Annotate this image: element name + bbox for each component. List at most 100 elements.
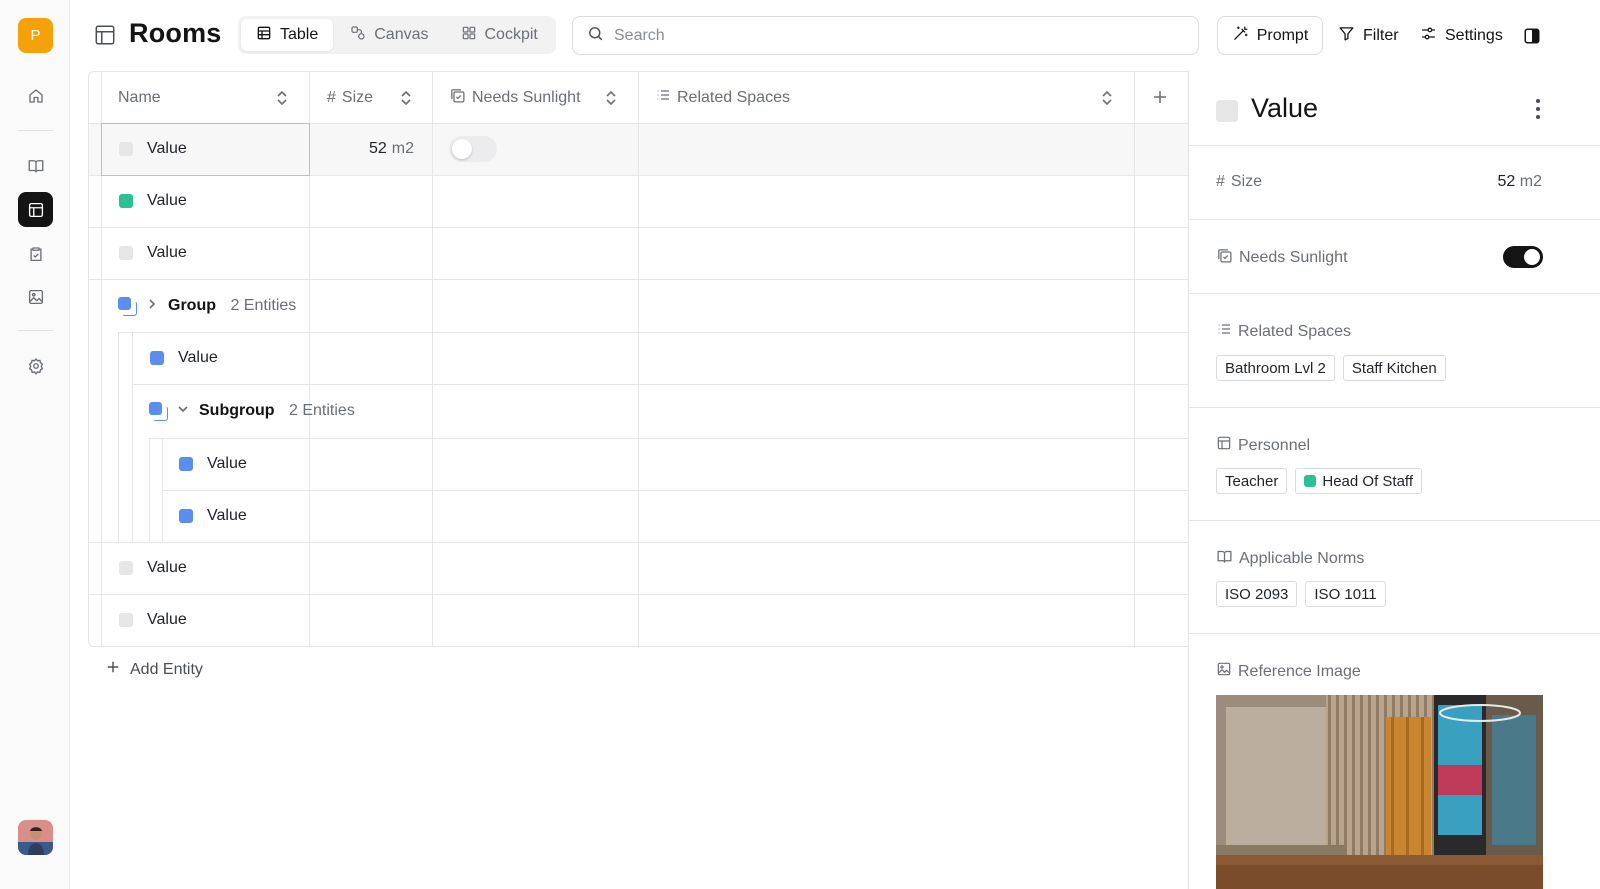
magic-wand-icon xyxy=(1232,25,1249,47)
size-cell[interactable]: 52 m2 xyxy=(369,123,414,175)
table-row[interactable]: Value xyxy=(119,123,187,175)
canvas-icon xyxy=(350,25,366,46)
settings-label: Settings xyxy=(1445,26,1503,44)
search-icon xyxy=(587,25,604,47)
filter-label: Filter xyxy=(1363,26,1399,44)
chevron-down-icon[interactable] xyxy=(177,402,189,420)
color-swatch xyxy=(119,246,133,260)
group-indent-line xyxy=(118,332,119,543)
group-icon xyxy=(118,296,137,316)
chip[interactable]: Head Of Staff xyxy=(1295,468,1422,494)
grid-line xyxy=(118,332,1188,333)
sort-icon[interactable] xyxy=(1100,90,1114,111)
detail-title: Value xyxy=(1251,93,1319,123)
rail-divider xyxy=(18,330,53,331)
subgroup-count: 2 Entities xyxy=(289,402,355,419)
column-header-name[interactable]: Name xyxy=(118,72,161,123)
applicable-norms-chips: ISO 2093 ISO 1011 xyxy=(1216,581,1386,607)
chip[interactable]: Staff Kitchen xyxy=(1342,355,1446,381)
column-label: Name xyxy=(118,88,161,106)
prompt-label: Prompt xyxy=(1256,26,1309,44)
group-header[interactable]: Group 2 Entities xyxy=(118,279,296,332)
column-header-needs-sunlight[interactable]: Needs Sunlight xyxy=(449,72,581,123)
size-unit: m2 xyxy=(1519,173,1542,190)
hash-icon: # xyxy=(1216,173,1225,190)
avatar[interactable] xyxy=(18,820,53,855)
table-row[interactable]: Value xyxy=(119,542,187,594)
group-icon xyxy=(149,402,168,421)
tab-label: Table xyxy=(280,26,319,43)
table-icon[interactable] xyxy=(18,192,53,227)
list-icon xyxy=(655,87,671,108)
column-label: Size xyxy=(341,88,374,106)
color-swatch xyxy=(150,351,164,365)
column-header-related-spaces[interactable]: Related Spaces xyxy=(655,72,790,123)
tab-table[interactable]: Table xyxy=(241,19,334,51)
settings-button[interactable]: Settings xyxy=(1420,16,1503,55)
table-row[interactable]: Value xyxy=(119,594,187,646)
field-label: Reference Image xyxy=(1238,662,1361,680)
top-bar: Rooms Table Canvas Cockpit Prompt Filter… xyxy=(70,0,1600,70)
size-field-value[interactable]: 52 m2 xyxy=(1498,173,1542,191)
book-icon[interactable] xyxy=(18,148,53,183)
reference-image-field-label: Reference Image xyxy=(1216,661,1361,682)
chip[interactable]: Teacher xyxy=(1216,468,1288,494)
home-icon[interactable] xyxy=(18,78,53,113)
needs-sunlight-toggle[interactable] xyxy=(449,136,497,162)
chip-label: Teacher xyxy=(1225,472,1279,490)
chevron-right-icon[interactable] xyxy=(146,297,158,315)
grid-line xyxy=(89,594,1188,595)
add-column-icon[interactable] xyxy=(1152,89,1168,110)
filter-button[interactable]: Filter xyxy=(1338,16,1399,55)
image-icon[interactable] xyxy=(18,279,53,314)
divider xyxy=(1189,407,1600,408)
size-value: 52 xyxy=(369,140,387,157)
field-label: Needs Sunlight xyxy=(1239,249,1348,266)
field-label: Applicable Norms xyxy=(1239,550,1365,567)
search-input[interactable] xyxy=(614,26,1174,45)
prompt-button[interactable]: Prompt xyxy=(1217,16,1323,55)
gear-icon[interactable] xyxy=(18,348,53,383)
row-name: Value xyxy=(178,349,218,366)
group-label: Group xyxy=(168,296,216,314)
more-vertical-icon[interactable] xyxy=(1535,97,1541,126)
chip[interactable]: ISO 2093 xyxy=(1216,581,1298,607)
checkbox-icon xyxy=(449,87,466,109)
sort-icon[interactable] xyxy=(604,90,618,111)
sort-icon[interactable] xyxy=(275,90,289,111)
needs-sunlight-cell xyxy=(449,123,497,175)
chip-label: Head Of Staff xyxy=(1322,472,1413,490)
group-count: 2 Entities xyxy=(230,296,297,314)
workspace-logo[interactable]: P xyxy=(18,18,53,53)
personnel-chips: Teacher Head Of Staff xyxy=(1216,468,1422,494)
add-entity-button[interactable]: Add Entity xyxy=(106,660,203,679)
table-row[interactable]: Value xyxy=(179,490,247,542)
column-header-size[interactable]: # Size xyxy=(327,72,373,123)
table-row[interactable]: Value xyxy=(150,332,218,384)
chip[interactable]: Bathroom Lvl 2 xyxy=(1216,355,1335,381)
sort-icon[interactable] xyxy=(399,90,413,111)
table-icon xyxy=(256,25,272,46)
subgroup-header[interactable]: Subgroup 2 Entities xyxy=(149,384,355,438)
grid-line xyxy=(149,438,1188,439)
color-swatch xyxy=(1304,475,1317,487)
row-name: Value xyxy=(207,507,247,524)
hash-icon: # xyxy=(327,88,336,106)
tab-canvas[interactable]: Canvas xyxy=(335,19,443,51)
chip[interactable]: ISO 1011 xyxy=(1305,581,1386,607)
color-swatch xyxy=(119,561,133,575)
field-label: Related Spaces xyxy=(1238,322,1351,340)
reference-image[interactable] xyxy=(1216,695,1543,889)
tab-cockpit[interactable]: Cockpit xyxy=(446,19,553,51)
clipboard-icon[interactable] xyxy=(18,236,53,271)
panel-toggle-icon[interactable] xyxy=(1523,16,1541,55)
color-swatch xyxy=(119,194,133,208)
table-row[interactable]: Value xyxy=(179,438,247,490)
workspace-logo-letter: P xyxy=(30,27,41,44)
table-row[interactable]: Value xyxy=(119,227,187,279)
related-spaces-field-label: Related Spaces xyxy=(1216,321,1351,342)
needs-sunlight-field-label: Needs Sunlight xyxy=(1216,247,1348,269)
grid-line xyxy=(89,227,1188,228)
needs-sunlight-toggle[interactable] xyxy=(1503,246,1543,268)
table-row[interactable]: Value xyxy=(119,175,187,227)
